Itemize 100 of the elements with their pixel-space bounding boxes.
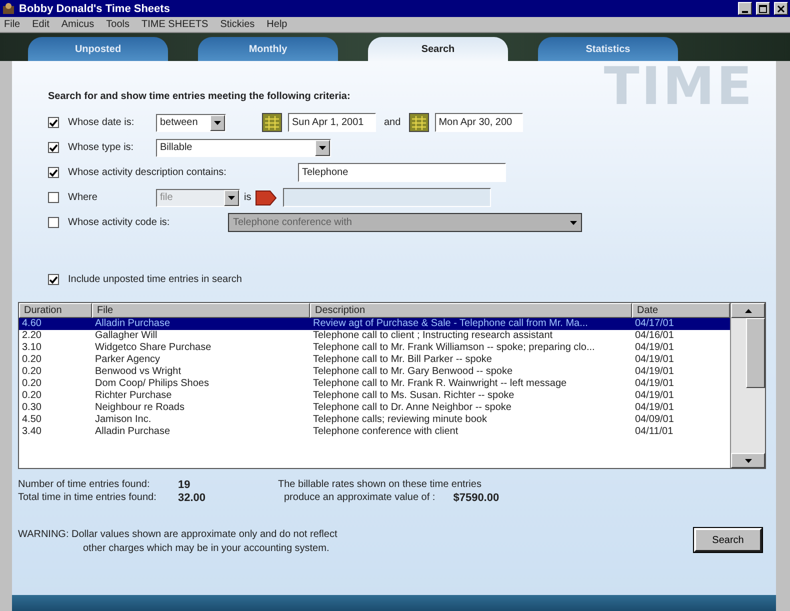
menu-item[interactable]: Tools [106,19,130,30]
checkbox[interactable] [48,274,59,285]
total-value: 32.00 [178,492,207,504]
table-cell-text: 04/19/01 [634,378,675,390]
table-cell-text: Benwood vs Wright [94,366,182,378]
table-cell-text: 04/17/01 [634,318,675,330]
app-icon [2,2,15,15]
count-label: Number of time entries found: [18,479,151,491]
criterion-label: Where [68,192,98,203]
table-cell-text: Telephone calls; reviewing minute book [312,414,488,426]
scroll-up-icon[interactable] [731,303,765,318]
checkbox-label: Include unposted time entries in search [68,274,243,285]
dropdown-arrow-icon[interactable] [570,220,577,224]
table-row[interactable]: 0.20 Richter Purchase Telephone call to Ms. Susan. Richter -- spoke 04/19/01 [19,390,730,402]
table-cell-text: Neighbour re Roads [94,402,186,414]
calendar-icon[interactable] [408,113,429,132]
table-row[interactable]: 3.40 Alladin Purchase Telephone conference with client 04/11/01 [19,426,730,438]
table-cell-text: Telephone call to Mr. Frank Williamson -- spoke; preparing clo... [312,342,596,354]
table-cell-text: 2.20 [21,330,42,342]
table-row[interactable]: 0.20 Benwood vs Wright Telephone call to Mr. Gary Benwood -- spoke 04/19/01 [19,366,730,378]
table-cell-text: Telephone call to Mr. Frank R. Wainwright -- left message [312,378,568,390]
menu-item[interactable]: Edit [32,19,50,30]
menu-item[interactable]: Help [266,19,288,30]
table-cell-text: 3.40 [21,426,42,438]
criterion-label: Whose activity description contains: [68,167,228,178]
criterion-label: Whose activity code is: [68,217,171,228]
dropdown-arrow-icon[interactable] [228,196,235,200]
table-cell-text: 04/09/01 [634,414,675,426]
table-cell-text: 3.10 [21,342,42,354]
table-cell-text: 04/11/01 [634,426,674,438]
checkbox[interactable] [48,167,59,178]
type-dropdown[interactable]: Billable [156,138,331,156]
table-cell-text: Telephone call to Ms. Susan. Richter -- spoke [312,390,516,402]
close-button[interactable] [774,2,788,15]
column-header[interactable]: File [92,303,310,318]
menu-item[interactable]: Stickies [220,19,255,30]
tab[interactable]: Monthly [198,37,338,61]
menu-item[interactable]: File [4,19,20,30]
description-field[interactable]: Telephone [298,163,506,182]
table-cell-text: Alladin Purchase [94,318,172,330]
tab[interactable]: Unposted [28,37,168,61]
table-cell-text: 4.50 [21,414,42,426]
table-cell-text: 0.20 [21,390,42,402]
tab[interactable]: Search [368,37,508,61]
checkbox[interactable] [48,217,59,228]
maximize-icon [759,4,767,12]
checkbox[interactable] [48,117,59,128]
search-button[interactable]: Search [694,528,762,552]
table-cell-text: 04/19/01 [634,390,675,402]
table-cell-text: Telephone conference with client [312,426,460,438]
operator-dropdown[interactable]: between [156,114,226,132]
start-date-field[interactable]: Sun Apr 1, 2001 [288,113,376,132]
value-note: produce an approximate value of : [284,492,436,504]
table-row[interactable]: 4.50 Jamison Inc. Telephone calls; reviewing minute book 04/09/01 [19,414,730,426]
window-title: Bobby Donald's Time Sheets [19,2,171,14]
column-header[interactable]: Description [310,303,632,318]
check-icon [49,144,58,152]
value-field[interactable] [283,188,492,207]
maximize-button[interactable] [756,2,770,15]
column-header[interactable]: Duration [19,303,92,318]
checkbox[interactable] [48,192,59,203]
scroll-down-icon[interactable] [731,453,765,468]
menu-item[interactable]: Amicus [61,19,94,30]
tag-icon[interactable] [255,188,278,206]
value-note: The billable rates shown on these time entries [278,479,482,491]
dropdown-arrow-icon[interactable] [214,120,221,124]
minimize-icon [742,10,748,12]
table-cell-text: Review agt of Purchase & Sale - Telephone call from Mr. Ma... [312,318,589,330]
table-row[interactable]: 0.20 Parker Agency Telephone call to Mr. Bill Parker -- spoke 04/19/01 [19,354,730,366]
tab[interactable]: Statistics [538,37,678,61]
table-row[interactable]: 3.10 Widgetco Share Purchase Telephone call to Mr. Frank Williamson -- spoke; preparing clo... 04/19/01 [19,342,730,354]
and-label: and [384,117,401,128]
end-date-field[interactable]: Mon Apr 30, 200 [434,113,523,132]
scroll-thumb[interactable] [746,318,765,388]
table-row[interactable]: 0.30 Neighbour re Roads Telephone call to Dr. Anne Neighbor -- spoke 04/19/01 [19,402,730,414]
column-header[interactable]: Date [632,303,730,318]
check-icon [49,276,58,284]
table-row[interactable]: 2.20 Gallagher Will Telephone call to client ; Instructing research assistant 04/16/01 [19,330,730,342]
check-icon [49,118,58,126]
table-cell-text: Richter Purchase [94,390,173,402]
menu-item[interactable]: TIME SHEETS [142,19,208,30]
table-cell-text: 04/16/01 [634,330,675,342]
calendar-icon[interactable] [262,113,282,132]
table-cell-text: 0.20 [21,366,42,378]
table-cell-text: 0.30 [21,402,42,414]
minimize-button[interactable] [738,2,752,15]
heading: Search for and show time entries meeting the following criteria: [48,91,352,102]
table-cell-text: Jamison Inc. [94,414,152,426]
check-icon [49,168,58,176]
table-cell-text: 04/19/01 [634,366,675,378]
table-row[interactable]: 0.20 Dom Coop/ Philips Shoes Telephone call to Mr. Frank R. Wainwright -- left message 04/19/01 [19,378,730,390]
table-cell-text: 0.20 [21,378,42,390]
dropdown-arrow-icon[interactable] [319,146,326,150]
table-cell-text: Dom Coop/ Philips Shoes [94,378,210,390]
table-cell-text: Telephone call to client ; Instructing research assistant [312,330,554,342]
table-cell-text: 04/19/01 [634,342,675,354]
table-row[interactable]: 4.60 Alladin Purchase Review agt of Purchase & Sale - Telephone call from Mr. Ma... 04/17/01 [19,318,730,330]
checkbox[interactable] [48,142,59,153]
is-label: is [244,192,252,203]
scrollbar[interactable] [730,303,765,468]
